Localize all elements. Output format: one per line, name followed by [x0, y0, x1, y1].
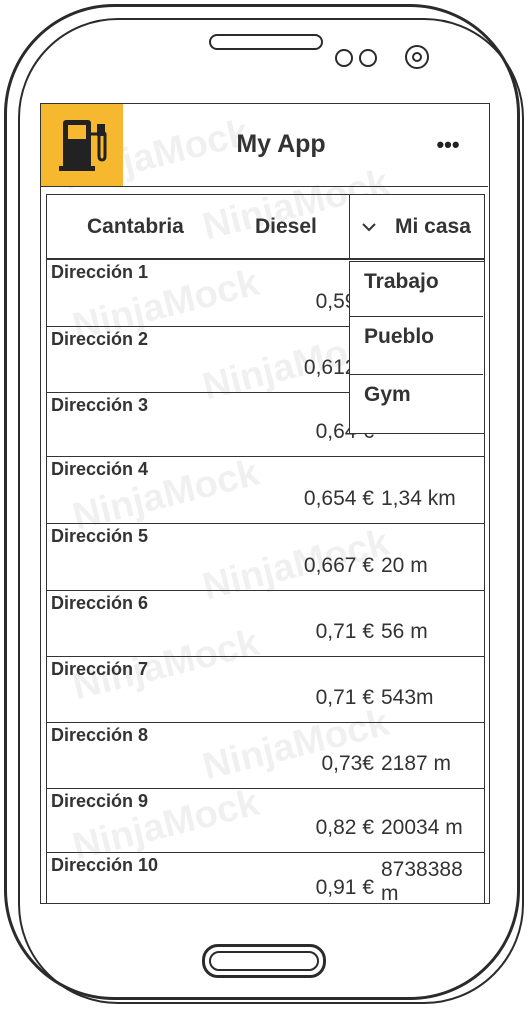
station-address: Dirección 2: [51, 329, 149, 349]
location-dropdown[interactable]: Mi casa: [349, 194, 485, 259]
station-distance: 2187 m: [381, 752, 452, 775]
station-price: 0,654 €: [303, 487, 374, 510]
more-horizontal-icon: •••: [436, 132, 460, 157]
phone-camera-lens: [412, 52, 422, 62]
app-title: My App: [236, 130, 326, 158]
station-address: Dirección 1: [51, 262, 149, 282]
table-row[interactable]: Dirección 5 0,667 € 20 m: [46, 523, 485, 590]
station-price: 0,91 €: [315, 876, 374, 899]
station-address: Dirección 3: [51, 395, 149, 415]
app-bar: My App •••: [41, 104, 488, 187]
more-options-button[interactable]: •••: [423, 128, 473, 162]
table-row[interactable]: Dirección 4 0,654 € 1,34 km: [46, 456, 485, 523]
phone-speaker: [209, 34, 323, 50]
fuel-pump-icon[interactable]: [41, 104, 123, 186]
station-address: Dirección 10: [51, 855, 159, 875]
menu-item-pueblo[interactable]: Pueblo: [350, 317, 483, 375]
location-dropdown-label: Mi casa: [395, 215, 471, 238]
station-distance: 20 m: [381, 554, 428, 577]
menu-item-trabajo[interactable]: Trabajo: [350, 262, 483, 317]
home-button[interactable]: [202, 944, 326, 978]
station-address: Dirección 8: [51, 725, 149, 745]
table-row[interactable]: Dirección 8 0,73€ 2187 m: [46, 722, 485, 788]
header-fuel[interactable]: Diesel: [255, 215, 317, 239]
table-row[interactable]: Dirección 6 0,71 € 56 m: [46, 590, 485, 656]
station-distance: 56 m: [381, 620, 428, 643]
station-distance: 8738388 m: [381, 858, 463, 904]
station-price: 0,71 €: [315, 620, 374, 643]
table-row[interactable]: Dirección 10 0,91 € 8738388 m: [46, 852, 485, 904]
header-region[interactable]: Cantabria: [87, 215, 184, 239]
menu-item-gym[interactable]: Gym: [350, 375, 483, 433]
station-price: 0,82 €: [315, 816, 374, 839]
app-screen: NinjaMock NinjaMock NinjaMock NinjaMock …: [40, 103, 490, 904]
station-distance: 1,34 km: [381, 487, 456, 510]
station-address: Dirección 5: [51, 526, 149, 546]
location-menu: Trabajo Pueblo Gym: [349, 261, 485, 434]
station-price: 0,71 €: [315, 686, 374, 709]
station-address: Dirección 7: [51, 659, 149, 679]
table-row[interactable]: Dirección 7 0,71 € 543m: [46, 656, 485, 722]
station-distance: 543m: [381, 686, 434, 709]
station-price: 0,73€: [321, 752, 374, 775]
phone-sensor: [335, 49, 353, 67]
station-address: Dirección 6: [51, 593, 149, 613]
station-address: Dirección 4: [51, 459, 149, 479]
station-price: 0,667 €: [303, 554, 374, 577]
chevron-down-icon: [362, 215, 376, 238]
station-address: Dirección 9: [51, 791, 149, 811]
table-row[interactable]: Dirección 9 0,82 € 20034 m: [46, 788, 485, 852]
phone-sensor: [359, 49, 377, 67]
station-distance: 20034 m: [381, 816, 463, 839]
